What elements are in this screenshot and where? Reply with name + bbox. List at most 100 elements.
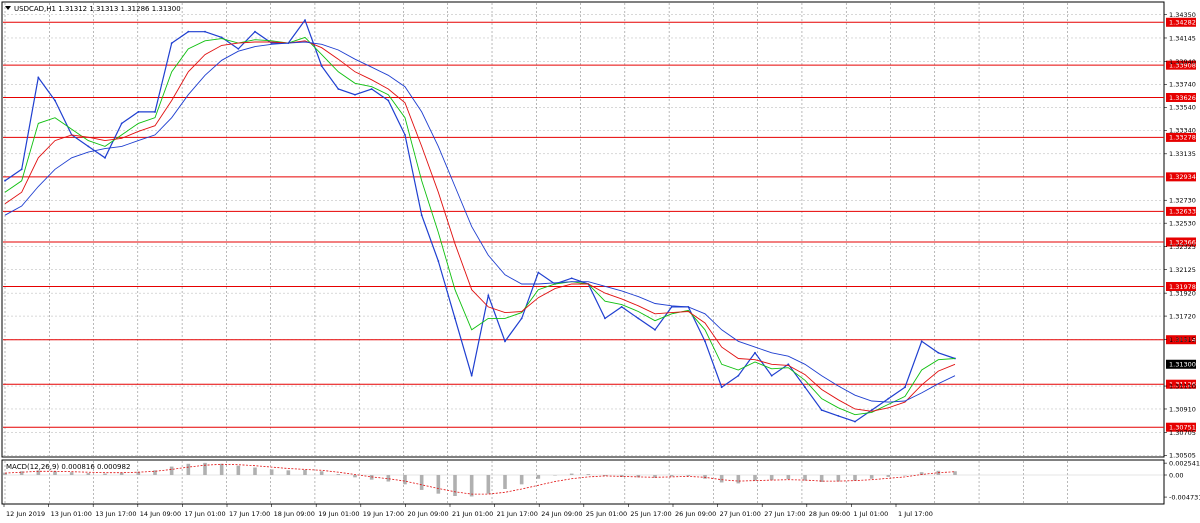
price-point bbox=[887, 397, 890, 400]
y-tick-label: 1.34145 bbox=[1169, 34, 1196, 42]
x-tick-label: 20 Jun 09:00 bbox=[407, 510, 448, 518]
x-tick-label: 1 Jul 17:00 bbox=[898, 510, 933, 518]
price-point bbox=[154, 111, 156, 113]
price-point bbox=[54, 99, 56, 102]
macd-bar bbox=[586, 474, 591, 475]
price-point bbox=[187, 30, 190, 33]
price-point bbox=[4, 179, 6, 182]
price-point bbox=[254, 30, 256, 33]
x-tick-label: 19 Jun 17:00 bbox=[363, 510, 404, 518]
macd-title: MACD(12,26,9) 0.000816 0.000982 bbox=[6, 463, 130, 471]
price-point bbox=[304, 19, 306, 22]
x-tick-label: 12 Jun 2019 bbox=[6, 510, 45, 518]
x-tick-label: 18 Jun 09:00 bbox=[274, 510, 315, 518]
price-point bbox=[520, 317, 523, 320]
macd-bar bbox=[186, 463, 191, 475]
x-tick-label: 25 Jun 17:00 bbox=[630, 510, 671, 518]
x-tick-label: 25 Jun 01:00 bbox=[586, 510, 627, 518]
y-tick-label: 1.32530 bbox=[1169, 219, 1196, 227]
macd-bar bbox=[453, 475, 457, 496]
macd-bar bbox=[836, 475, 841, 482]
price-point bbox=[504, 340, 506, 343]
x-tick-label: 1 Jul 01:00 bbox=[853, 510, 888, 518]
price-point bbox=[454, 317, 456, 320]
level-label: 1.33278 bbox=[1169, 134, 1196, 142]
price-point bbox=[370, 88, 373, 90]
price-point bbox=[470, 374, 473, 377]
macd-bar bbox=[786, 475, 791, 480]
macd-y-tick-label: -0.004731 bbox=[1169, 493, 1200, 501]
level-label: 1.34282 bbox=[1169, 19, 1196, 27]
macd-bar bbox=[436, 475, 441, 494]
x-tick-label: 13 Jun 17:00 bbox=[95, 510, 136, 518]
macd-y-tick-label: 0.002541 bbox=[1169, 459, 1200, 467]
x-tick-label: 21 Jun 01:00 bbox=[452, 510, 493, 518]
price-point bbox=[737, 374, 740, 377]
price-point bbox=[354, 93, 356, 96]
x-tick-label: 28 Jun 09:00 bbox=[809, 510, 850, 518]
price-point bbox=[387, 99, 390, 102]
price-point bbox=[604, 317, 606, 320]
price-point bbox=[637, 317, 640, 320]
price-point bbox=[337, 88, 340, 90]
x-tick-label: 17 Jun 17:00 bbox=[229, 510, 270, 518]
y-tick-label: 1.31920 bbox=[1169, 289, 1196, 297]
price-point bbox=[20, 168, 23, 171]
price-point bbox=[537, 271, 540, 274]
price-point bbox=[487, 294, 490, 297]
level-label: 1.32934 bbox=[1169, 173, 1196, 181]
y-tick-label: 1.30910 bbox=[1169, 405, 1196, 413]
background bbox=[0, 0, 1200, 523]
price-point bbox=[87, 145, 90, 148]
price-point bbox=[804, 386, 806, 389]
macd-bar bbox=[853, 475, 857, 481]
macd-bar bbox=[419, 475, 424, 490]
macd-bar bbox=[753, 475, 757, 481]
price-point bbox=[654, 328, 656, 331]
macd-bar bbox=[536, 475, 541, 479]
x-tick-label: 13 Jun 01:00 bbox=[51, 510, 92, 518]
x-tick-label: 24 Jun 09:00 bbox=[541, 510, 582, 518]
macd-bar bbox=[569, 473, 574, 475]
chart-svg[interactable]: 1.342821.339081.336261.332781.329341.326… bbox=[0, 0, 1200, 523]
price-point bbox=[570, 277, 573, 280]
y-tick-label: 1.33740 bbox=[1169, 81, 1196, 89]
macd-bar bbox=[86, 473, 91, 475]
macd-bar bbox=[469, 475, 474, 497]
price-point bbox=[270, 42, 273, 45]
macd-bar bbox=[219, 463, 224, 475]
x-tick-label: 26 Jun 09:00 bbox=[675, 510, 716, 518]
price-point bbox=[787, 363, 790, 366]
macd-bar bbox=[503, 475, 507, 489]
price-point bbox=[754, 351, 756, 354]
macd-bar bbox=[53, 471, 57, 475]
current-price-label: 1.31300 bbox=[1169, 361, 1196, 369]
y-tick-label: 1.34350 bbox=[1169, 11, 1196, 19]
macd-bar bbox=[686, 475, 691, 476]
macd-bar bbox=[903, 475, 907, 476]
macd-bar bbox=[253, 467, 257, 475]
price-point bbox=[620, 306, 623, 308]
price-point bbox=[937, 351, 940, 354]
price-point bbox=[920, 340, 923, 343]
x-tick-label: 14 Jun 09:00 bbox=[140, 510, 181, 518]
price-point bbox=[820, 409, 823, 412]
price-point bbox=[170, 42, 173, 45]
macd-bar bbox=[769, 475, 774, 481]
macd-bar bbox=[869, 475, 874, 479]
macd-bar bbox=[719, 475, 724, 483]
price-point bbox=[720, 386, 723, 389]
macd-bar bbox=[69, 472, 74, 475]
price-point bbox=[437, 260, 440, 262]
x-tick-label: 19 Jun 01:00 bbox=[318, 510, 359, 518]
macd-bar bbox=[303, 469, 307, 475]
macd-bar bbox=[669, 475, 674, 477]
price-point bbox=[770, 374, 773, 377]
level-label: 1.32633 bbox=[1169, 208, 1196, 216]
y-tick-label: 1.33340 bbox=[1169, 127, 1196, 135]
price-point bbox=[237, 47, 240, 50]
y-tick-label: 1.33135 bbox=[1169, 150, 1196, 158]
macd-bar bbox=[486, 475, 491, 494]
price-point bbox=[704, 340, 706, 343]
macd-bar bbox=[553, 475, 557, 476]
